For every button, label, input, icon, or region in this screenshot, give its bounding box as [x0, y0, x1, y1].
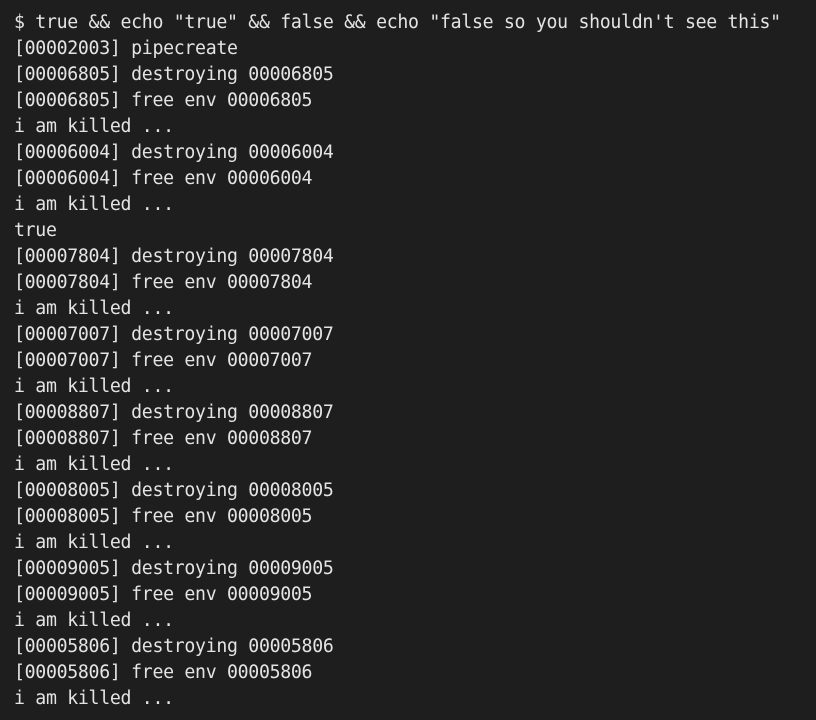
- output-line: [00006004] free env 00006004: [14, 168, 313, 189]
- output-line: [00008005] free env 00008005: [14, 506, 313, 527]
- output-line: [00009005] free env 00009005: [14, 584, 313, 605]
- output-line: [00008807] free env 00008807: [14, 428, 313, 449]
- output-line: [00007804] free env 00007804: [14, 272, 313, 293]
- output-line: [00006805] destroying 00006805: [14, 64, 334, 85]
- output-line: i am killed ...: [14, 376, 174, 397]
- output-line: i am killed ...: [14, 688, 174, 709]
- output-line: [00007804] destroying 00007804: [14, 246, 334, 267]
- output-line: true: [14, 220, 57, 241]
- output-line: i am killed ...: [14, 298, 174, 319]
- output-line: [00008005] destroying 00008005: [14, 480, 334, 501]
- output-line: [00007007] destroying 00007007: [14, 324, 334, 345]
- output-line: i am killed ...: [14, 532, 174, 553]
- output-line: i am killed ...: [14, 454, 174, 475]
- output-line: [00009005] destroying 00009005: [14, 558, 334, 579]
- output-line: i am killed ...: [14, 194, 174, 215]
- command-line: $ true && echo "true" && false && echo "…: [14, 12, 781, 33]
- output-line: [00008807] destroying 00008807: [14, 402, 334, 423]
- output-line: [00006004] destroying 00006004: [14, 142, 334, 163]
- output-line: [00002003] pipecreate: [14, 38, 238, 59]
- output-line: [00005806] free env 00005806: [14, 662, 313, 683]
- output-line: i am killed ...: [14, 610, 174, 631]
- output-line: i am killed ...: [14, 116, 174, 137]
- terminal-output[interactable]: $ true && echo "true" && false && echo "…: [0, 0, 816, 720]
- output-line: [00005806] destroying 00005806: [14, 636, 334, 657]
- output-line: [00006805] free env 00006805: [14, 90, 313, 111]
- output-line: [00007007] free env 00007007: [14, 350, 313, 371]
